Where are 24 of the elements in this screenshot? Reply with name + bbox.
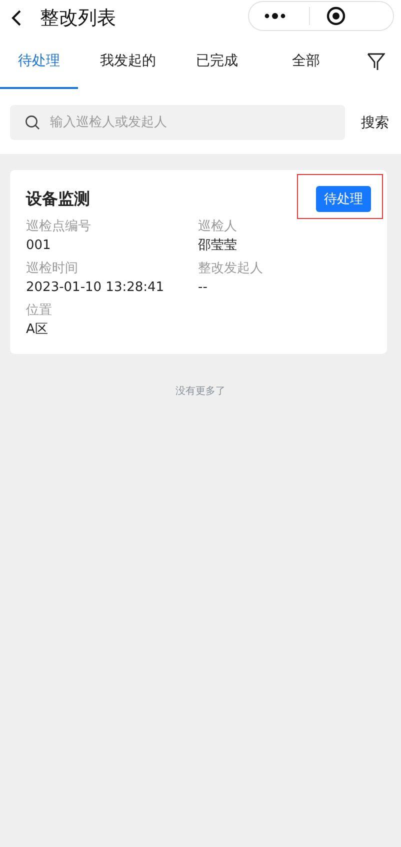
record-card[interactable]: 设备监测 待处理 巡检点编号 001 巡检人 邵莹莹 巡检时间 2023-01-10 13:28:41 整改发起人 -- 位置 A区 <box>10 170 387 354</box>
field-value: 001 <box>26 237 52 255</box>
field-value: 邵莹莹 <box>198 237 238 255</box>
filter-icon[interactable] <box>367 52 385 72</box>
search-field[interactable]: 输入巡检人或发起人 <box>10 105 345 140</box>
more-icon[interactable] <box>263 12 287 20</box>
page-title: 整改列表 <box>40 6 117 30</box>
field-label: 巡检点编号 <box>26 218 92 236</box>
field-label: 位置 <box>26 302 53 320</box>
field-value: 2023-01-10 13:28:41 <box>26 279 166 297</box>
target-icon[interactable] <box>326 6 346 26</box>
field-value: A区 <box>26 321 49 339</box>
tab[interactable]: 已完成 <box>178 35 256 89</box>
field-value: -- <box>198 279 208 297</box>
field-label: 整改发起人 <box>198 260 264 278</box>
tab[interactable]: 我发起的 <box>89 35 167 89</box>
status-tag: 待处理 <box>316 186 371 212</box>
tab[interactable]: 全部 <box>267 35 345 89</box>
field-label: 巡检时间 <box>26 260 79 278</box>
tab[interactable]: 待处理 <box>0 35 78 89</box>
end-of-list-text: 没有更多了 <box>176 386 226 397</box>
field-label: 巡检人 <box>198 218 238 236</box>
card-title: 设备监测 <box>26 188 90 210</box>
search-button[interactable]: 搜索 <box>361 114 389 132</box>
